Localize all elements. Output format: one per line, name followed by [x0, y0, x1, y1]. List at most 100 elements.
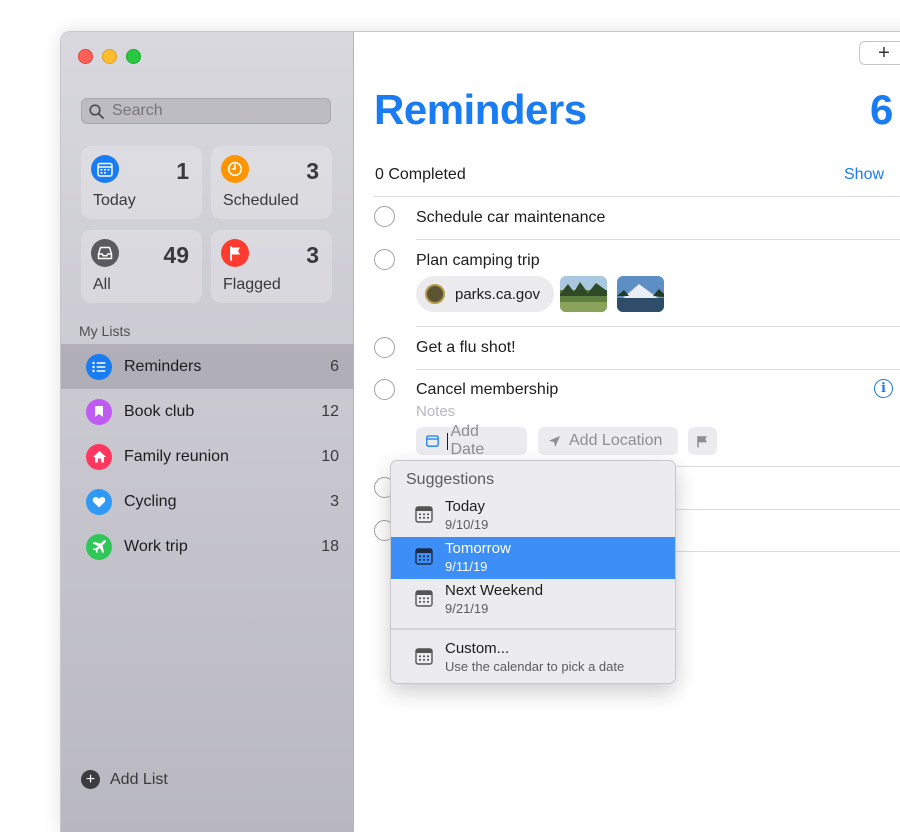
flagged-label: Flagged — [223, 276, 281, 293]
calendar-icon — [426, 435, 439, 447]
notes-field[interactable]: Notes — [416, 403, 455, 420]
list-name: Family reunion — [124, 447, 229, 465]
website-favicon-icon — [425, 284, 445, 304]
complete-checkbox[interactable] — [374, 337, 395, 358]
calendar-icon — [415, 548, 433, 565]
calendar-icon — [91, 155, 119, 183]
my-lists-heading: My Lists — [79, 323, 131, 339]
suggestion-label: Tomorrow — [445, 540, 511, 557]
search-input[interactable] — [110, 101, 314, 121]
reminder-title[interactable]: Get a flu shot! — [416, 339, 516, 357]
suggestion-label: Next Weekend — [445, 582, 544, 599]
add-date-field[interactable]: Add Date — [416, 423, 527, 458]
divider — [416, 369, 900, 370]
reminders-window: 1 Today 3 Scheduled 49 All 3 Flagged My … — [60, 31, 900, 832]
main-pane: + Reminders 6 0 Completed Show Schedule … — [354, 32, 900, 832]
completed-label: 0 Completed — [375, 166, 466, 183]
today-label: Today — [93, 192, 136, 209]
tray-icon — [91, 239, 119, 267]
list-name: Work trip — [124, 537, 188, 555]
suggestion-label: Custom... — [445, 640, 510, 657]
divider — [374, 196, 900, 197]
flag-toggle-button[interactable] — [688, 427, 717, 455]
smart-list-all[interactable]: 49 All — [81, 230, 202, 303]
search-field[interactable] — [81, 98, 331, 124]
suggestion-description: Use the calendar to pick a date — [445, 659, 625, 674]
list-name: Reminders — [124, 357, 202, 375]
window-controls — [78, 49, 141, 64]
search-icon — [89, 103, 104, 119]
smart-list-scheduled[interactable]: 3 Scheduled — [211, 146, 332, 219]
suggestion-custom[interactable]: Custom... Use the calendar to pick a dat… — [391, 637, 675, 679]
list-count: 18 — [321, 537, 339, 555]
list-count: 3 — [330, 492, 339, 510]
list-name: Cycling — [124, 492, 177, 510]
popup-header: Suggestions — [406, 471, 495, 488]
mountain-photo-icon — [617, 276, 664, 312]
link-attachment[interactable]: parks.ca.gov — [416, 276, 555, 312]
reminder-count: 6 — [870, 86, 894, 133]
all-count: 49 — [163, 242, 189, 268]
close-window-button[interactable] — [78, 49, 93, 64]
show-completed-button[interactable]: Show — [844, 166, 884, 184]
add-list-label: Add List — [110, 770, 168, 788]
list-count: 10 — [321, 447, 339, 465]
photo-thumbnail[interactable] — [617, 276, 664, 312]
suggestion-next-weekend[interactable]: Next Weekend 9/21/19 — [391, 579, 675, 621]
link-label: parks.ca.gov — [455, 285, 541, 303]
divider — [416, 326, 900, 327]
info-icon[interactable]: i — [874, 379, 893, 398]
location-arrow-icon — [549, 435, 560, 447]
list-item-book-club[interactable]: Book club 12 — [61, 389, 353, 434]
list-name: Book club — [124, 402, 195, 420]
forest-photo-icon — [560, 276, 607, 312]
flag-icon — [697, 435, 707, 447]
bookmark-icon — [86, 398, 112, 425]
list-item-work-trip[interactable]: Work trip 18 — [61, 524, 353, 569]
flagged-count: 3 — [306, 242, 319, 268]
sidebar: 1 Today 3 Scheduled 49 All 3 Flagged My … — [61, 32, 354, 832]
add-list-button[interactable]: + Add List — [81, 770, 168, 789]
smart-list-flagged[interactable]: 3 Flagged — [211, 230, 332, 303]
minimize-window-button[interactable] — [102, 49, 117, 64]
suggestion-tomorrow[interactable]: Tomorrow 9/11/19 — [391, 537, 675, 579]
reminder-title[interactable]: Cancel membership — [416, 381, 558, 399]
airplane-icon — [86, 533, 112, 560]
reminder-title[interactable]: Schedule car maintenance — [416, 209, 605, 227]
house-icon — [86, 443, 112, 470]
date-suggestions-popup: Suggestions Today 9/10/19 Tomorrow 9/11/… — [390, 460, 676, 684]
list-item-cycling[interactable]: Cycling 3 — [61, 479, 353, 524]
calendar-icon — [415, 590, 433, 607]
flag-icon — [221, 239, 249, 267]
text-cursor — [446, 432, 449, 450]
popup-divider — [391, 628, 675, 630]
zoom-window-button[interactable] — [126, 49, 141, 64]
add-location-field[interactable]: Add Location — [538, 427, 678, 455]
suggestion-date: 9/21/19 — [445, 601, 489, 616]
smart-list-today[interactable]: 1 Today — [81, 146, 202, 219]
complete-checkbox[interactable] — [374, 249, 395, 270]
suggestion-today[interactable]: Today 9/10/19 — [391, 495, 675, 537]
all-label: All — [93, 276, 111, 293]
calendar-icon — [415, 506, 433, 523]
photo-thumbnail[interactable] — [560, 276, 607, 312]
add-reminder-button[interactable]: + — [859, 41, 900, 65]
plus-circle-icon: + — [81, 770, 100, 789]
list-count: 6 — [330, 357, 339, 375]
suggestion-date: 9/11/19 — [445, 559, 488, 574]
complete-checkbox[interactable] — [374, 206, 395, 227]
calendar-icon — [415, 648, 433, 665]
suggestion-date: 9/10/19 — [445, 517, 489, 532]
divider — [416, 239, 900, 240]
list-count: 12 — [321, 402, 339, 420]
list-icon — [86, 353, 112, 380]
add-location-label: Add Location — [569, 432, 663, 449]
list-item-reminders[interactable]: Reminders 6 — [61, 344, 353, 389]
scheduled-count: 3 — [306, 158, 319, 184]
reminder-title[interactable]: Plan camping trip — [416, 252, 540, 270]
complete-checkbox[interactable] — [374, 379, 395, 400]
list-item-family-reunion[interactable]: Family reunion 10 — [61, 434, 353, 479]
page-title: Reminders — [374, 86, 587, 133]
heart-icon — [86, 488, 112, 515]
scheduled-label: Scheduled — [223, 192, 299, 209]
